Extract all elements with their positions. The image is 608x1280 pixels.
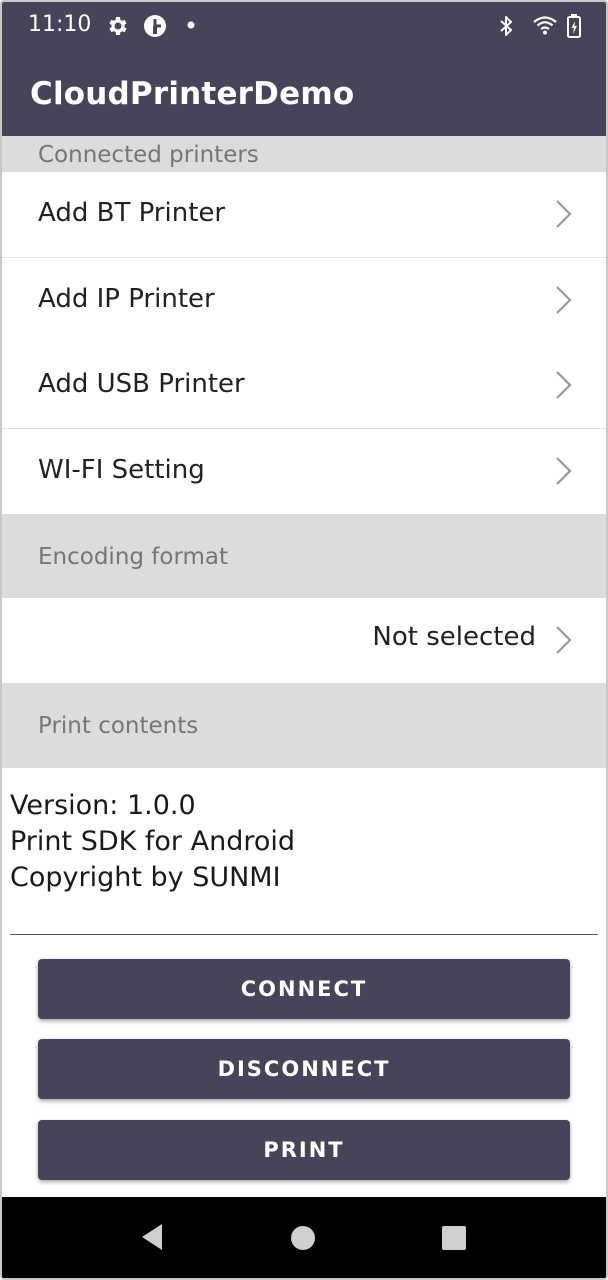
item-label: Add BT Printer (38, 198, 226, 228)
status-time: 11:10 (28, 12, 92, 37)
data-saver-icon (144, 15, 166, 37)
item-label: WI-FI Setting (38, 455, 205, 485)
chevron-right-icon (556, 200, 572, 228)
section-header-label: Encoding format (38, 544, 229, 570)
section-header-print-contents: Print contents (2, 683, 606, 768)
connect-button[interactable]: CONNECT (38, 959, 570, 1019)
dot-icon (187, 21, 195, 29)
wifi-setting-item[interactable]: WI-FI Setting (2, 429, 606, 514)
encoding-format-selector[interactable]: Not selected (2, 598, 606, 682)
chevron-right-icon (556, 457, 572, 485)
chevron-right-icon (556, 626, 572, 654)
navigation-bar (2, 1197, 606, 1278)
app-bar: CloudPrinterDemo (2, 48, 606, 136)
wifi-icon (533, 16, 557, 35)
version-line: Version: 1.0.0 (10, 790, 196, 821)
sdk-line: Print SDK for Android (10, 826, 296, 857)
add-bt-printer-item[interactable]: Add BT Printer (2, 172, 606, 258)
copyright-line: Copyright by SUNMI (10, 862, 281, 893)
item-label: Add IP Printer (38, 284, 215, 314)
print-contents-text: Version: 1.0.0 Print SDK for Android Cop… (10, 788, 295, 896)
add-usb-printer-item[interactable]: Add USB Printer (2, 343, 606, 429)
item-label: Add USB Printer (38, 369, 245, 399)
add-ip-printer-item[interactable]: Add IP Printer (2, 258, 606, 344)
recents-icon[interactable] (441, 1225, 467, 1251)
chevron-right-icon (556, 371, 572, 399)
section-header-encoding-format: Encoding format (2, 514, 606, 598)
phone-screen: 11:10 CloudPrinterDemo Connected printer… (0, 0, 608, 1280)
disconnect-button[interactable]: DISCONNECT (38, 1039, 570, 1099)
status-bar: 11:10 (2, 2, 606, 48)
gear-icon (109, 17, 127, 35)
home-icon[interactable] (290, 1225, 316, 1251)
battery-icon (567, 14, 581, 38)
back-icon[interactable] (138, 1221, 166, 1253)
chevron-right-icon (556, 286, 572, 314)
section-header-connected-printers: Connected printers (2, 136, 606, 172)
section-header-label: Connected printers (38, 142, 259, 168)
app-title: CloudPrinterDemo (30, 76, 355, 112)
encoding-value: Not selected (372, 622, 536, 652)
section-header-label: Print contents (38, 713, 199, 739)
print-button[interactable]: PRINT (38, 1120, 570, 1180)
bluetooth-icon (500, 16, 512, 36)
divider (10, 934, 598, 935)
